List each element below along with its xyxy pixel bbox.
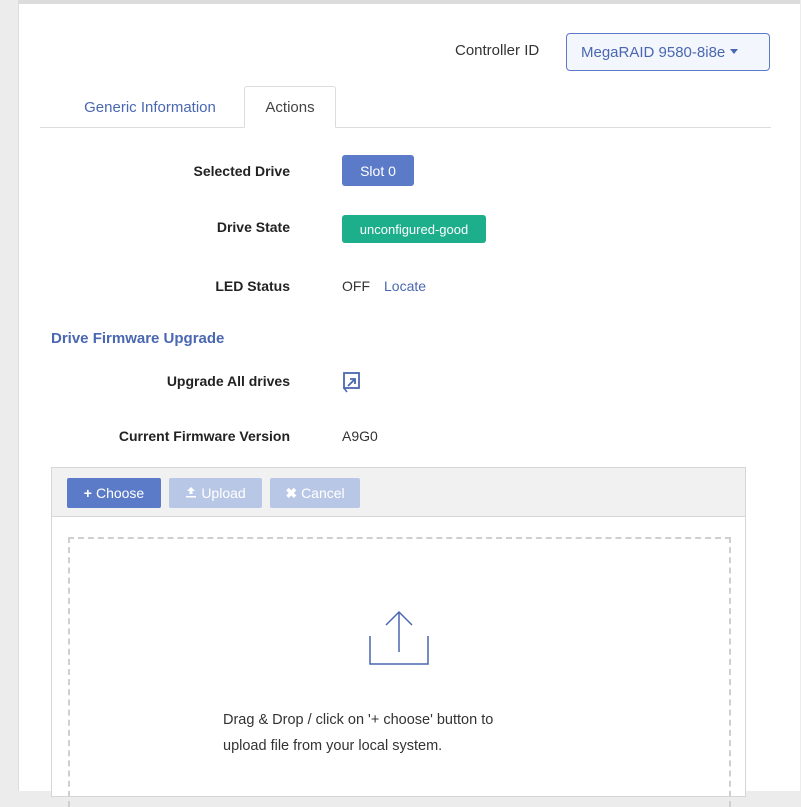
controller-id-dropdown[interactable]: MegaRAID 9580-8i8e [566, 33, 770, 71]
choose-label: Choose [95, 485, 145, 501]
tab-label: Generic Information [84, 98, 216, 116]
drive-state-value: unconfigured-good [359, 221, 469, 237]
upload-button[interactable]: Upload [169, 478, 262, 508]
cancel-button[interactable]: ✖ Cancel [270, 478, 360, 508]
controller-id-label: Controller ID [455, 42, 540, 59]
tab-actions[interactable]: Actions [244, 86, 336, 128]
firmware-section-title: Drive Firmware Upgrade [51, 330, 225, 347]
current-firmware-value: A9G0 [342, 428, 378, 444]
upload-icon [185, 485, 197, 501]
led-status-label: LED Status [215, 278, 290, 294]
selected-drive-value: Slot 0 [360, 162, 396, 179]
led-status-value: OFF [342, 278, 370, 294]
controller-id-value: MegaRAID 9580-8i8e [581, 43, 726, 61]
drop-instructions-line1: Drag & Drop / click on '+ choose' button… [223, 712, 494, 728]
selected-drive-button[interactable]: Slot 0 [342, 155, 414, 186]
choose-button[interactable]: + Choose [67, 478, 161, 508]
tab-generic-information[interactable]: Generic Information [60, 86, 240, 128]
upload-label: Upload [201, 485, 246, 501]
plus-icon: + [83, 485, 92, 501]
drive-state-label: Drive State [216, 219, 290, 235]
selected-drive-label: Selected Drive [193, 163, 291, 179]
external-upgrade-icon[interactable] [342, 371, 362, 393]
close-icon: ✖ [285, 484, 298, 501]
caret-down-icon [730, 48, 739, 54]
locate-link[interactable]: Locate [384, 278, 426, 294]
upload-tray-icon [366, 608, 432, 675]
current-firmware-label: Current Firmware Version [118, 428, 290, 444]
drop-instructions: Drag & Drop / click on '+ choose' button… [223, 707, 583, 759]
drive-state-badge: unconfigured-good [342, 215, 486, 243]
drop-instructions-line2: upload file from your local system. [223, 738, 443, 754]
tab-label: Actions [265, 98, 315, 116]
upgrade-all-drives-label: Upgrade All drives [166, 373, 290, 389]
cancel-label: Cancel [301, 485, 345, 501]
uploader-toolbar: + Choose Upload ✖ Cancel [52, 468, 745, 517]
